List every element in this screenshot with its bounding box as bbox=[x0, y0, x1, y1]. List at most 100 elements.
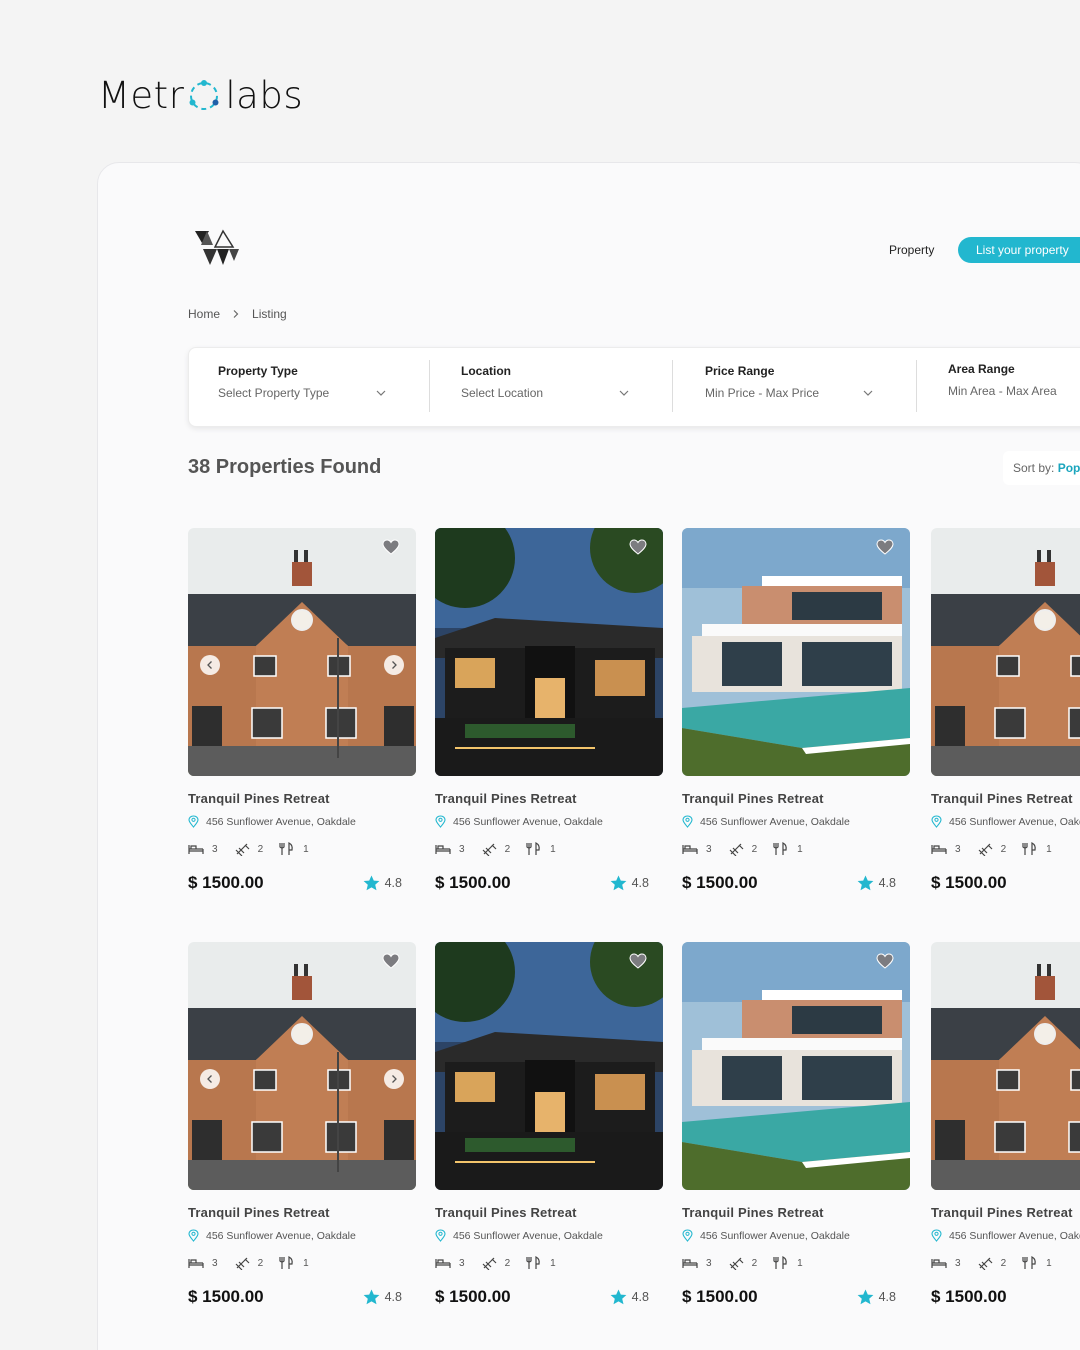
listing-photo[interactable] bbox=[931, 528, 1080, 776]
heart-icon[interactable] bbox=[382, 953, 400, 969]
listing-title[interactable]: Tranquil Pines Retreat bbox=[682, 791, 910, 806]
baths-count: 2 bbox=[257, 843, 264, 855]
feature-kitchens: 1 bbox=[279, 1256, 309, 1270]
heart-icon[interactable] bbox=[629, 539, 647, 555]
feature-baths: 2 bbox=[977, 842, 1007, 856]
listing-title[interactable]: Tranquil Pines Retreat bbox=[682, 1205, 910, 1220]
listing-title[interactable]: Tranquil Pines Retreat bbox=[188, 1205, 416, 1220]
listing-card[interactable]: Tranquil Pines Retreat 456 Sunflower Ave… bbox=[435, 528, 663, 893]
rating-value: 4.8 bbox=[384, 876, 402, 890]
beds-count: 3 bbox=[955, 1257, 961, 1269]
listing-card[interactable]: Tranquil Pines Retreat 456 Sunflower Ave… bbox=[188, 942, 416, 1307]
listing-rating: 4.8 bbox=[610, 1289, 649, 1305]
feature-baths: 2 bbox=[977, 1256, 1006, 1270]
listing-address: 456 Sunflower Avenue, Oakdale bbox=[188, 815, 416, 828]
brand-suffix: labs bbox=[225, 74, 304, 117]
chevron-right-icon bbox=[392, 661, 397, 669]
sort-label: Sort by: bbox=[1013, 461, 1055, 475]
feature-beds: 3 bbox=[931, 1256, 961, 1270]
baths-count: 2 bbox=[751, 1257, 758, 1269]
listing-rating: 4.8 bbox=[610, 875, 649, 891]
listing-footer: $ 1500.00 4.8 bbox=[435, 873, 649, 893]
next-image-button[interactable] bbox=[384, 1069, 404, 1089]
filter-value: Select Property Type bbox=[218, 386, 330, 400]
listing-footer: $ 1500.00 4.8 bbox=[435, 1287, 649, 1307]
listing-photo[interactable] bbox=[682, 528, 910, 776]
listing-card[interactable]: Tranquil Pines Retreat 456 Sunflower Ave… bbox=[682, 528, 910, 893]
beds-count: 3 bbox=[706, 1257, 712, 1269]
breadcrumb-current: Listing bbox=[252, 307, 287, 321]
kitchens-count: 1 bbox=[797, 843, 803, 855]
rating-value: 4.8 bbox=[631, 876, 649, 890]
location-pin-icon bbox=[188, 1229, 199, 1242]
divider bbox=[429, 360, 430, 412]
listing-card[interactable]: Tranquil Pines Retreat 456 Sunflower Ave… bbox=[682, 942, 910, 1307]
listing-card[interactable]: Tranquil Pines Retreat 456 Sunflower Ave… bbox=[931, 528, 1080, 893]
filter-bar: Property Type Select Property Type Locat… bbox=[188, 347, 1080, 427]
beds-count: 3 bbox=[706, 843, 712, 855]
filter-price-range[interactable]: Price Range Min Price - Max Price bbox=[705, 348, 905, 428]
listing-address-text: 456 Sunflower Avenue, Oakdale bbox=[949, 815, 1080, 828]
listing-card[interactable]: Tranquil Pines Retreat 456 Sunflower Ave… bbox=[435, 942, 663, 1307]
listing-title[interactable]: Tranquil Pines Retreat bbox=[435, 1205, 663, 1220]
listing-photo[interactable] bbox=[435, 942, 663, 1190]
list-property-button[interactable]: List your property bbox=[958, 237, 1080, 263]
listing-price: $ 1500.00 bbox=[188, 1287, 264, 1306]
fork-knife-icon bbox=[526, 842, 540, 855]
filter-property-type[interactable]: Property Type Select Property Type bbox=[218, 348, 418, 428]
feature-beds: 3 bbox=[188, 1256, 218, 1270]
shower-icon bbox=[482, 1257, 496, 1270]
beds-count: 3 bbox=[459, 1257, 465, 1269]
listing-card[interactable]: Tranquil Pines Retreat 456 Sunflower Ave… bbox=[188, 528, 416, 893]
filter-label: Area Range bbox=[948, 362, 1015, 376]
listing-address: 456 Sunflower Avenue, Oakdale bbox=[682, 815, 910, 828]
prev-image-button[interactable] bbox=[200, 1069, 220, 1089]
filter-value: Min Area - Max Area bbox=[948, 384, 1057, 398]
brand-logo: Metr labs bbox=[98, 74, 303, 117]
sort-dropdown[interactable]: Sort by: Pop bbox=[1003, 451, 1080, 485]
listing-rating: 4.8 bbox=[363, 875, 402, 891]
baths-count: 2 bbox=[1000, 843, 1007, 855]
feature-baths: 2 bbox=[728, 842, 757, 856]
chevron-right-icon bbox=[233, 310, 239, 318]
chevron-down-icon bbox=[863, 390, 873, 396]
nav-property-link[interactable]: Property bbox=[889, 243, 934, 257]
listing-photo[interactable] bbox=[682, 942, 910, 1190]
filter-area-range[interactable]: Area Range Min Area - Max Area bbox=[948, 348, 1080, 428]
listing-photo[interactable] bbox=[188, 528, 416, 776]
baths-count: 2 bbox=[257, 1257, 264, 1269]
shower-icon bbox=[235, 843, 249, 856]
kitchens-count: 1 bbox=[303, 1257, 309, 1269]
listing-card[interactable]: Tranquil Pines Retreat 456 Sunflower Ave… bbox=[931, 942, 1080, 1307]
location-pin-icon bbox=[188, 815, 199, 828]
filter-value: Min Price - Max Price bbox=[705, 386, 820, 400]
beds-count: 3 bbox=[459, 843, 465, 855]
heart-icon[interactable] bbox=[876, 539, 894, 555]
heart-icon[interactable] bbox=[629, 953, 647, 969]
app-panel: Property List your property Home Listing… bbox=[97, 162, 1080, 1350]
chevron-right-icon bbox=[392, 1075, 397, 1083]
filter-location[interactable]: Location Select Location bbox=[461, 348, 661, 428]
heart-icon[interactable] bbox=[382, 539, 400, 555]
kitchens-count: 1 bbox=[550, 1257, 556, 1269]
listing-address-text: 456 Sunflower Avenue, Oakdale bbox=[453, 1229, 603, 1242]
breadcrumb-home[interactable]: Home bbox=[188, 307, 220, 321]
listing-photo[interactable] bbox=[931, 942, 1080, 1190]
listing-title[interactable]: Tranquil Pines Retreat bbox=[435, 791, 663, 806]
heart-icon[interactable] bbox=[876, 953, 894, 969]
listing-title[interactable]: Tranquil Pines Retreat bbox=[931, 1205, 1080, 1220]
listing-address: 456 Sunflower Avenue, Oakdale bbox=[682, 1229, 910, 1242]
star-icon bbox=[610, 1289, 627, 1305]
listing-address-text: 456 Sunflower Avenue, Oakdale bbox=[949, 1229, 1080, 1242]
listing-features: 3 2 1 bbox=[931, 842, 1080, 856]
listing-photo[interactable] bbox=[188, 942, 416, 1190]
prev-image-button[interactable] bbox=[200, 655, 220, 675]
fork-knife-icon bbox=[773, 1256, 787, 1269]
listing-photo[interactable] bbox=[435, 528, 663, 776]
next-image-button[interactable] bbox=[384, 655, 404, 675]
listing-address: 456 Sunflower Avenue, Oakdale bbox=[435, 815, 663, 828]
listing-title[interactable]: Tranquil Pines Retreat bbox=[188, 791, 416, 806]
listing-title[interactable]: Tranquil Pines Retreat bbox=[931, 791, 1080, 806]
site-logo-icon[interactable] bbox=[193, 229, 241, 271]
fork-knife-icon bbox=[1022, 842, 1036, 855]
